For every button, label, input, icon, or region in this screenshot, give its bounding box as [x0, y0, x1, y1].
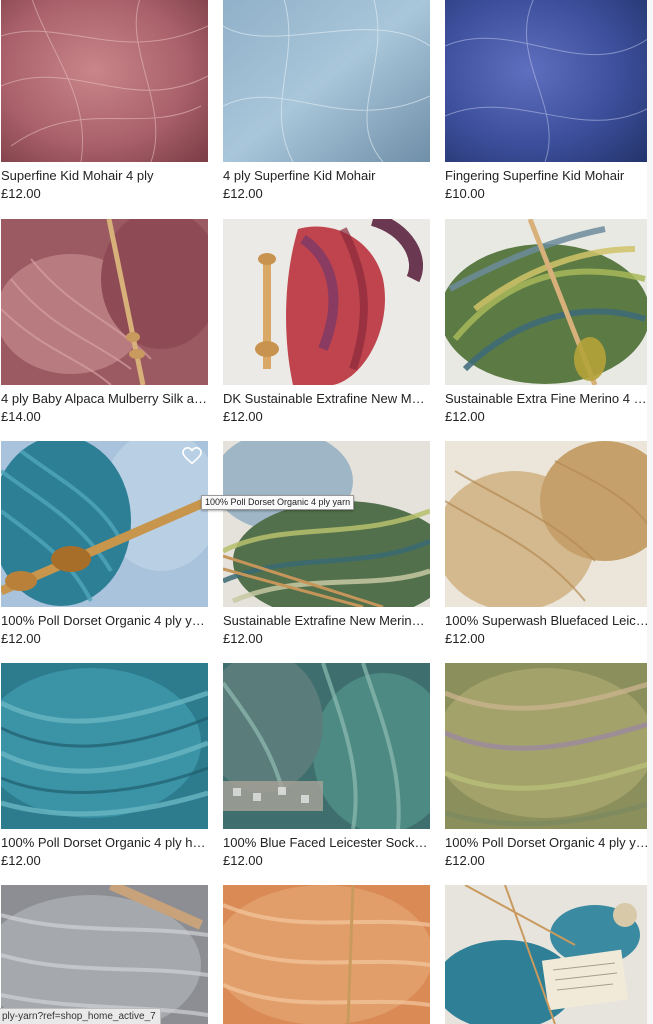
listing-price: £12.00: [223, 186, 263, 201]
listing-title[interactable]: 100% Poll Dorset Organic 4 ply yarn: [1, 613, 208, 628]
heart-outline-icon[interactable]: [182, 447, 202, 465]
listing-grid: Superfine Kid Mohair 4 ply £12.00 4 ply …: [0, 0, 653, 1024]
listing-card[interactable]: Superfine Kid Mohair 4 ply £12.00: [1, 0, 208, 201]
listing-card[interactable]: DK Sustainable Extrafine New Meri... £12…: [223, 219, 430, 424]
listing-title[interactable]: 100% Blue Faced Leicester Sock Y...: [223, 835, 430, 850]
listing-card[interactable]: [445, 885, 652, 1024]
listing-photo[interactable]: [223, 0, 430, 162]
listing-card[interactable]: 100% Poll Dorset Organic 4 ply yarn £12.…: [1, 441, 208, 646]
listing-card[interactable]: 100% Superwash Bluefaced Leice... £12.00: [445, 441, 652, 646]
listing-title[interactable]: Sustainable Extrafine New Merino ...: [223, 613, 430, 628]
listing-title[interactable]: 100% Poll Dorset Organic 4 ply ha...: [1, 835, 208, 850]
listing-photo[interactable]: [1, 219, 208, 385]
listing-price: £12.00: [1, 853, 41, 868]
listing-card[interactable]: Sustainable Extrafine New Merino ... £12…: [223, 441, 430, 646]
listing-photo[interactable]: [223, 885, 430, 1024]
listing-price: £12.00: [223, 631, 263, 646]
listing-photo[interactable]: [1, 0, 208, 162]
listing-photo[interactable]: [445, 441, 652, 607]
listing-photo[interactable]: [1, 441, 208, 607]
listing-card[interactable]: 4 ply Baby Alpaca Mulberry Silk an... £1…: [1, 219, 208, 424]
listing-card[interactable]: 100% Poll Dorset Organic 4 ply yar... £1…: [445, 663, 652, 868]
listing-price: £12.00: [223, 853, 263, 868]
listing-photo[interactable]: [223, 663, 430, 829]
listing-price: £14.00: [1, 409, 41, 424]
listing-price: £12.00: [445, 631, 485, 646]
listing-card[interactable]: [223, 885, 430, 1024]
page-edge: [647, 0, 653, 1024]
listing-photo[interactable]: [445, 219, 652, 385]
listing-card[interactable]: 100% Poll Dorset Organic 4 ply ha... £12…: [1, 663, 208, 868]
listing-title[interactable]: 100% Poll Dorset Organic 4 ply yar...: [445, 835, 652, 850]
listing-title[interactable]: Sustainable Extra Fine Merino 4 pl...: [445, 391, 652, 406]
listing-title[interactable]: 100% Superwash Bluefaced Leice...: [445, 613, 652, 628]
listing-card[interactable]: Fingering Superfine Kid Mohair £10.00: [445, 0, 652, 201]
listing-title[interactable]: Fingering Superfine Kid Mohair: [445, 168, 652, 183]
listing-card[interactable]: [1, 885, 208, 1024]
status-bar-url: ply-yarn?ref=shop_home_active_7: [0, 1008, 161, 1024]
listing-title[interactable]: 4 ply Superfine Kid Mohair: [223, 168, 430, 183]
listing-price: £12.00: [223, 409, 263, 424]
listing-photo[interactable]: [223, 441, 430, 607]
listing-price: £12.00: [445, 409, 485, 424]
listing-card[interactable]: 4 ply Superfine Kid Mohair £12.00: [223, 0, 430, 201]
listing-photo[interactable]: [1, 885, 208, 1024]
listing-card[interactable]: Sustainable Extra Fine Merino 4 pl... £1…: [445, 219, 652, 424]
listing-photo[interactable]: [223, 219, 430, 385]
listing-photo[interactable]: [1, 663, 208, 829]
listing-photo[interactable]: [445, 0, 652, 162]
listing-price: £12.00: [1, 631, 41, 646]
listing-price: £12.00: [1, 186, 41, 201]
listing-photo[interactable]: [445, 663, 652, 829]
listing-title[interactable]: 4 ply Baby Alpaca Mulberry Silk an...: [1, 391, 208, 406]
listing-photo[interactable]: [445, 885, 652, 1024]
listing-price: £12.00: [445, 853, 485, 868]
listing-title[interactable]: Superfine Kid Mohair 4 ply: [1, 168, 208, 183]
listing-card[interactable]: 100% Blue Faced Leicester Sock Y... £12.…: [223, 663, 430, 868]
listing-price: £10.00: [445, 186, 485, 201]
listing-title[interactable]: DK Sustainable Extrafine New Meri...: [223, 391, 430, 406]
title-tooltip: 100% Poll Dorset Organic 4 ply yarn: [201, 495, 355, 510]
